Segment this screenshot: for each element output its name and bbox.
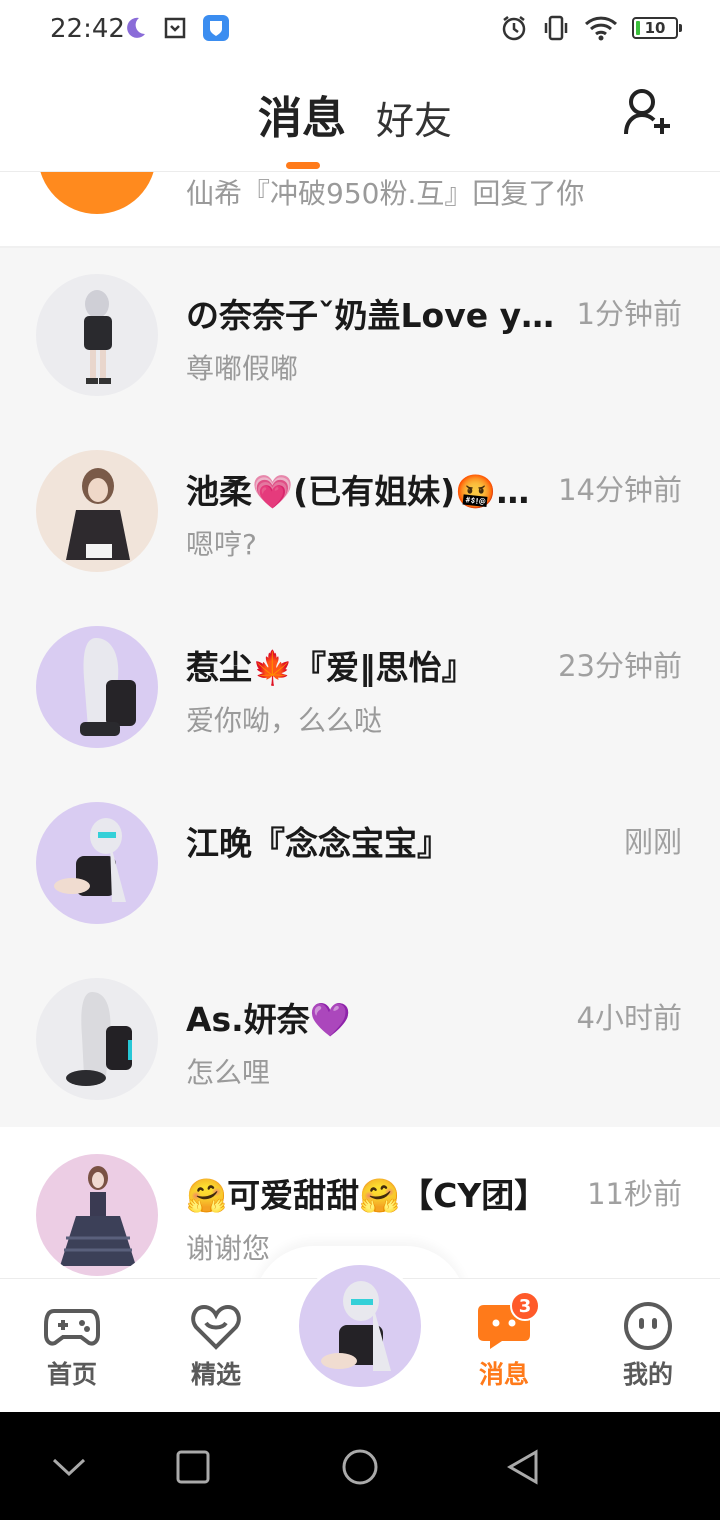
nav-profile-label: 我的 bbox=[622, 1360, 673, 1389]
gamepad-icon bbox=[44, 1309, 100, 1346]
nav-home[interactable]: 首页 bbox=[12, 1301, 132, 1391]
avatar bbox=[36, 978, 158, 1100]
message-time: 11秒前 bbox=[587, 1177, 682, 1211]
wifi-icon bbox=[584, 16, 618, 41]
avatar bbox=[36, 802, 158, 924]
heart-chat-icon bbox=[191, 1304, 241, 1350]
contact-name: 江晚『念念宝宝』 bbox=[186, 824, 450, 863]
message-preview: 怎么哩 bbox=[186, 1056, 271, 1089]
message-preview: 爱你呦，么么哒 bbox=[186, 704, 383, 737]
unread-badge: 3 bbox=[510, 1291, 540, 1321]
message-time: 23分钟前 bbox=[558, 649, 682, 683]
message-preview: 谢谢您 bbox=[186, 1232, 271, 1265]
contact-name: の奈奈子ˇ奶盖Love you bbox=[186, 296, 556, 335]
status-bar: 22:42 10 bbox=[0, 0, 720, 58]
tab-friends[interactable]: 好友 bbox=[376, 90, 452, 145]
shield-app-icon bbox=[203, 15, 229, 41]
status-left-icons bbox=[122, 14, 230, 42]
system-nav-bar bbox=[0, 1412, 720, 1520]
home-circle-icon[interactable] bbox=[335, 1442, 385, 1492]
contact-name: As.妍奈💜 bbox=[186, 1000, 351, 1039]
contact-name: 池柔💗(已有姐妹)🤬… bbox=[186, 472, 530, 511]
list-item[interactable]: 江晚『念念宝宝』 刚刚 bbox=[0, 775, 720, 951]
list-item-partial[interactable]: 仙希『冲破950粉.互』回复了你 bbox=[0, 172, 720, 246]
avatar bbox=[36, 450, 158, 572]
screenshot-icon bbox=[164, 17, 186, 39]
status-right-icons: 10 bbox=[500, 14, 682, 42]
tab-messages[interactable]: 消息 bbox=[258, 82, 346, 146]
face-icon bbox=[624, 1302, 672, 1350]
message-time: 4小时前 bbox=[576, 1001, 682, 1035]
battery-level: 10 bbox=[644, 19, 666, 37]
nav-profile[interactable]: 我的 bbox=[588, 1301, 708, 1391]
list-item[interactable]: 惹尘🍁『爱‖思怡』 23分钟前 爱你呦，么么哒 bbox=[0, 599, 720, 775]
recents-square-icon[interactable] bbox=[168, 1442, 218, 1492]
add-user-icon[interactable] bbox=[620, 84, 676, 140]
back-chevron-icon[interactable] bbox=[44, 1442, 94, 1492]
battery-icon: 10 bbox=[632, 17, 682, 39]
nav-messages[interactable]: 3 消息 bbox=[444, 1291, 564, 1391]
header: 消息 好友 bbox=[0, 58, 720, 172]
message-preview: 嗯哼? bbox=[186, 528, 257, 561]
message-time: 刚刚 bbox=[623, 825, 682, 859]
message-time: 14分钟前 bbox=[558, 473, 682, 507]
nav-featured[interactable]: 精选 bbox=[156, 1301, 276, 1391]
avatar bbox=[38, 172, 156, 214]
alarm-icon bbox=[502, 16, 526, 41]
moon-icon bbox=[127, 17, 145, 38]
conversation-list[interactable]: 仙希『冲破950粉.互』回复了你 の奈奈子ˇ奶盖Love you 1分钟前 尊嘟… bbox=[0, 172, 720, 1278]
contact-name: 🤗可爱甜甜🤗【CY团】 bbox=[186, 1176, 548, 1215]
message-time: 1分钟前 bbox=[576, 297, 682, 331]
list-item-preview: 仙希『冲破950粉.互』回复了你 bbox=[186, 177, 585, 210]
avatar bbox=[36, 274, 158, 396]
center-avatar-button[interactable] bbox=[296, 1262, 424, 1390]
vibrate-icon bbox=[544, 15, 568, 41]
nav-home-label: 首页 bbox=[46, 1360, 97, 1389]
status-time: 22:42 bbox=[50, 14, 125, 44]
list-item[interactable]: As.妍奈💜 4小时前 怎么哩 bbox=[0, 951, 720, 1127]
list-item[interactable]: の奈奈子ˇ奶盖Love you 1分钟前 尊嘟假嘟 bbox=[0, 247, 720, 423]
message-preview: 尊嘟假嘟 bbox=[186, 352, 299, 385]
contact-name: 惹尘🍁『爱‖思怡』 bbox=[186, 648, 475, 687]
avatar bbox=[36, 1154, 158, 1276]
avatar bbox=[36, 626, 158, 748]
nav-featured-label: 精选 bbox=[190, 1360, 241, 1389]
nav-messages-label: 消息 bbox=[478, 1360, 529, 1389]
tab-active-indicator bbox=[286, 162, 320, 169]
back-triangle-icon[interactable] bbox=[498, 1442, 548, 1492]
list-item[interactable]: 池柔💗(已有姐妹)🤬… 14分钟前 嗯哼? bbox=[0, 423, 720, 599]
